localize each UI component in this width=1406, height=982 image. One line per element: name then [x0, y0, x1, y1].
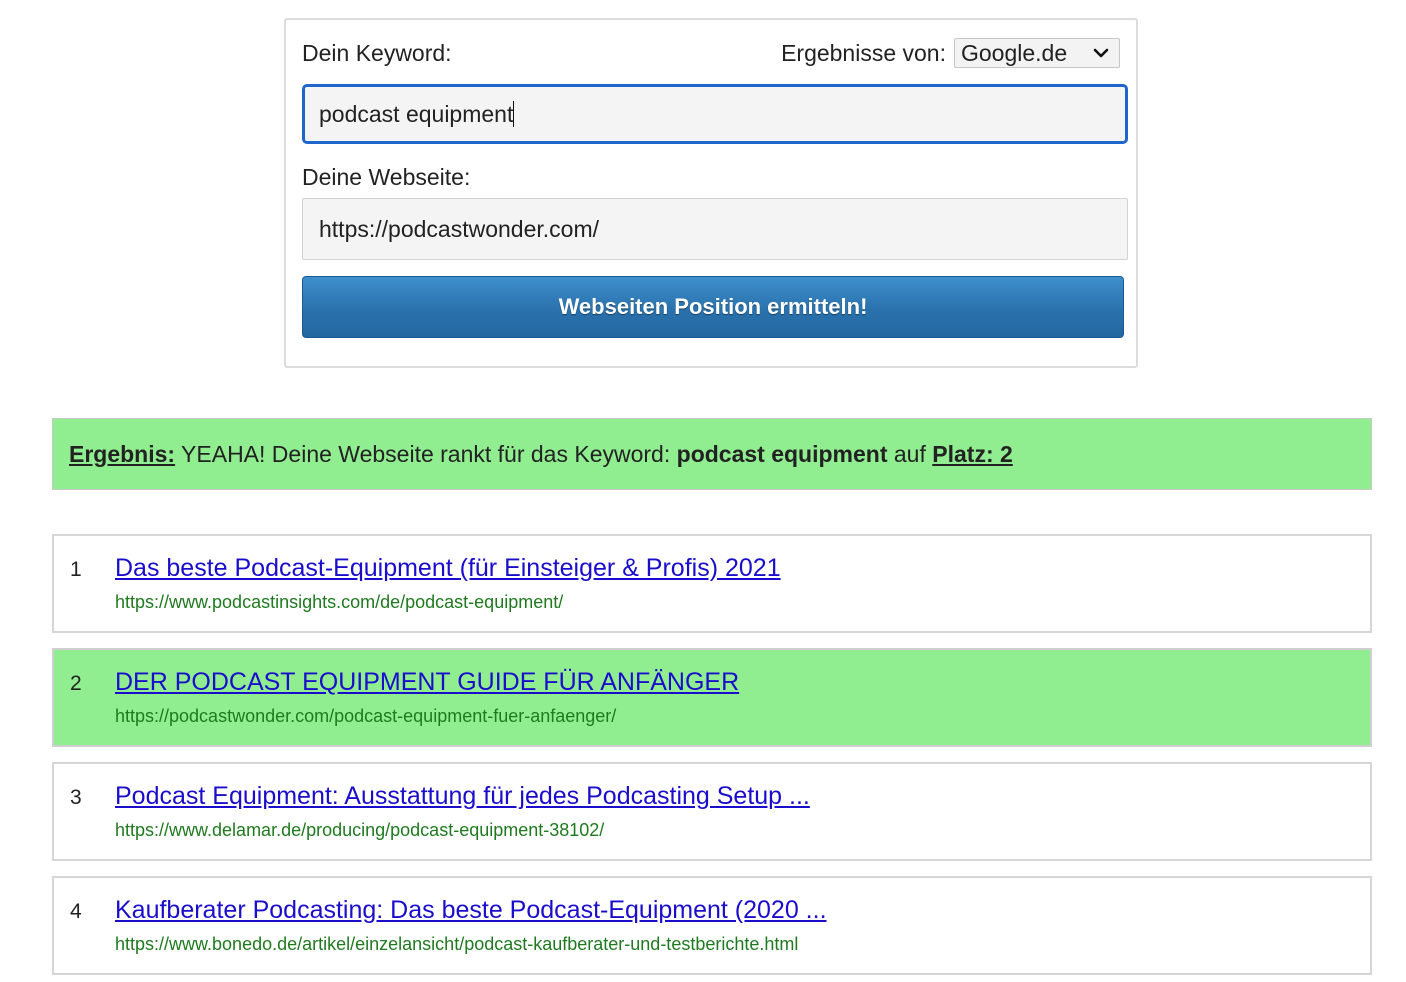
serp-rank: 2 — [70, 672, 82, 695]
keyword-input-value: podcast equipment — [319, 101, 514, 127]
keyword-label: Dein Keyword: — [302, 39, 452, 66]
serp-result: 3 Podcast Equipment: Ausstattung für jed… — [52, 762, 1372, 861]
engine-select-value: Google.de — [961, 40, 1068, 66]
website-input-value: https://podcastwonder.com/ — [319, 216, 599, 242]
serp-result: 1 Das beste Podcast-Equipment (für Einst… — [52, 534, 1372, 633]
rank-check-form: Dein Keyword: Ergebnisse von: Google.de … — [284, 18, 1138, 368]
serp-url: https://www.bonedo.de/artikel/einzelansi… — [115, 934, 799, 954]
serp-url: https://podcastwonder.com/podcast-equipm… — [115, 706, 617, 726]
serp-rank: 1 — [70, 558, 82, 581]
serp-title-link[interactable]: Kaufberater Podcasting: Das beste Podcas… — [115, 896, 827, 925]
result-keyword: podcast equipment — [676, 441, 888, 467]
result-connector: auf — [887, 441, 933, 467]
result-position: Platz: 2 — [932, 441, 1013, 467]
engine-label: Ergebnisse von: — [781, 39, 946, 66]
result-label: Ergebnis: — [69, 441, 176, 467]
serp-rank: 4 — [70, 900, 82, 923]
result-message: YEAHA! Deine Webseite rankt für das Keyw… — [175, 441, 677, 467]
serp-result: 4 Kaufberater Podcasting: Das beste Podc… — [52, 876, 1372, 975]
text-cursor — [513, 101, 515, 127]
keyword-input[interactable]: podcast equipment — [302, 84, 1128, 144]
serp-rank: 3 — [70, 786, 82, 809]
website-label: Deine Webseite: — [302, 164, 471, 190]
serp-result-highlighted: 2 DER PODCAST EQUIPMENT GUIDE FÜR ANFÄNG… — [52, 648, 1372, 747]
serp-title-link[interactable]: Das beste Podcast-Equipment (für Einstei… — [115, 554, 781, 583]
chevron-down-icon — [1093, 48, 1109, 58]
serp-title-link[interactable]: DER PODCAST EQUIPMENT GUIDE FÜR ANFÄNGER — [115, 668, 739, 697]
serp-url: https://www.delamar.de/producing/podcast… — [115, 820, 605, 840]
serp-title-link[interactable]: Podcast Equipment: Ausstattung für jedes… — [115, 782, 810, 811]
form-top-row: Dein Keyword: Ergebnisse von: Google.de — [302, 36, 1120, 70]
serp-url: https://www.podcastinsights.com/de/podca… — [115, 592, 564, 612]
submit-button[interactable]: Webseiten Position ermitteln! — [302, 276, 1124, 338]
engine-selector: Ergebnisse von: Google.de — [781, 38, 1120, 68]
result-banner: Ergebnis: YEAHA! Deine Webseite rankt fü… — [52, 418, 1372, 490]
website-input[interactable]: https://podcastwonder.com/ — [302, 198, 1128, 260]
engine-select[interactable]: Google.de — [954, 38, 1120, 68]
